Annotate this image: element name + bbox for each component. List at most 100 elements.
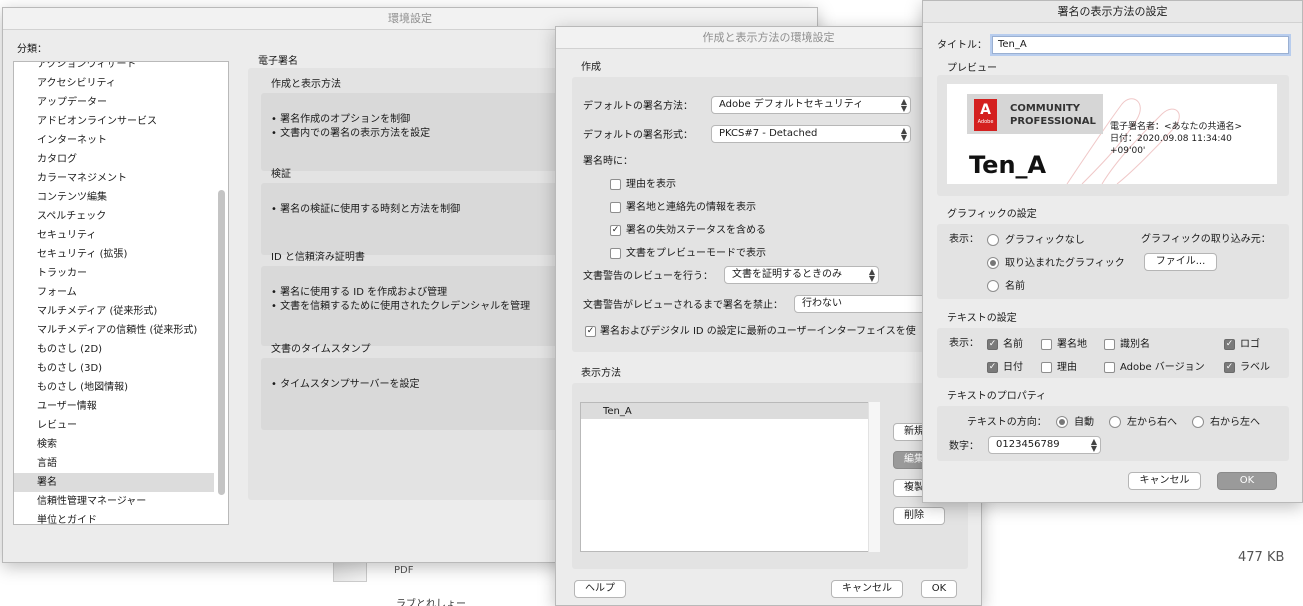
- direction-label: テキストの方向：: [967, 417, 1047, 428]
- text-checkbox[interactable]: ✓: [1224, 362, 1235, 373]
- category-item[interactable]: ユーザー情報: [37, 400, 97, 413]
- text-display-label: 表示：: [949, 338, 979, 349]
- text-checkbox[interactable]: ✓: [1224, 339, 1235, 350]
- category-item[interactable]: アドビオンラインサービス: [37, 115, 157, 128]
- category-item[interactable]: ものさし (地図情報): [37, 381, 128, 394]
- text-checkbox-label: 署名地: [1057, 339, 1087, 350]
- create-checkbox-label: 文書をプレビューモードで表示: [626, 248, 766, 259]
- direction-radio[interactable]: [1109, 416, 1121, 428]
- adobe-logo-icon: A Adobe: [974, 99, 997, 131]
- category-item[interactable]: マルチメディアの信頼性 (従来形式): [37, 324, 197, 337]
- category-item[interactable]: インターネット: [37, 134, 107, 147]
- pref-section-box[interactable]: [261, 358, 561, 430]
- appearance-title: 署名の表示方法の設定: [923, 1, 1302, 23]
- display-group-label: 表示方法: [581, 368, 621, 379]
- category-item[interactable]: フォーム: [37, 286, 77, 299]
- creation-window: 作成と表示方法の環境設定 作成 デフォルトの署名方法： Adobe デフォルトセ…: [555, 26, 983, 606]
- help-button[interactable]: ヘルプ: [574, 580, 626, 598]
- chevron-updown-icon: ▲ ▼: [1090, 437, 1097, 453]
- category-item[interactable]: コンテンツ編集: [37, 191, 107, 204]
- category-item[interactable]: ものさし (2D): [37, 343, 102, 356]
- signature-preview: A Adobe COMMUNITY PROFESSIONAL Ten_A 電子署…: [947, 84, 1277, 184]
- text-checkbox[interactable]: ✓: [987, 339, 998, 350]
- text-checkbox[interactable]: ✓: [987, 362, 998, 373]
- default-format-select[interactable]: PKCS#7 - Detached ▲ ▼: [711, 125, 911, 143]
- category-item[interactable]: カラーマネジメント: [37, 172, 127, 185]
- when-signing-label: 署名時に：: [583, 156, 633, 167]
- direction-radio[interactable]: [1056, 416, 1068, 428]
- default-method-select[interactable]: Adobe デフォルトセキュリティ ▲ ▼: [711, 96, 911, 114]
- graphic-radio[interactable]: [987, 257, 999, 269]
- direction-radio-label: 左から右へ: [1127, 417, 1177, 428]
- category-item[interactable]: カタログ: [37, 153, 77, 166]
- category-scrollbar[interactable]: [218, 190, 225, 495]
- file-button[interactable]: ファイル...: [1144, 253, 1217, 271]
- review-warn-select[interactable]: 文書を証明するときのみ ▲ ▼: [724, 266, 879, 284]
- appearance-list[interactable]: Ten_A: [580, 402, 880, 552]
- category-item[interactable]: アップデーター: [37, 96, 107, 109]
- create-checkbox[interactable]: [610, 179, 621, 190]
- default-method-label: デフォルトの署名方法：: [583, 101, 693, 112]
- appearance-ok-button[interactable]: OK: [1217, 472, 1277, 490]
- creation-ok-button[interactable]: OK: [921, 580, 957, 598]
- create-checkbox[interactable]: [610, 202, 621, 213]
- preview-signer-name: Ten_A: [969, 151, 1047, 179]
- text-checkbox[interactable]: [1041, 362, 1052, 373]
- create-checkbox[interactable]: ✓: [610, 225, 621, 236]
- graphic-radio-label: 名前: [1005, 281, 1025, 292]
- latest-ui-checkbox[interactable]: ✓: [585, 326, 596, 337]
- file-type-label: PDF: [394, 565, 414, 576]
- category-item[interactable]: 署名: [37, 476, 57, 489]
- category-item[interactable]: セキュリティ: [37, 229, 96, 242]
- preview-detail-line3: +09'00': [1110, 146, 1146, 156]
- creation-cancel-button[interactable]: キャンセル: [831, 580, 903, 598]
- text-checkbox[interactable]: [1041, 339, 1052, 350]
- appearance-title-label: タイトル：: [937, 40, 987, 51]
- category-item[interactable]: トラッカー: [37, 267, 87, 280]
- digits-select[interactable]: 0123456789 ▲ ▼: [988, 436, 1101, 454]
- text-section-label: テキストの設定: [947, 313, 1017, 324]
- pref-section-line: • 文書を信頼するために使用されたクレデンシャルを管理: [271, 301, 531, 312]
- category-item[interactable]: アクセシビリティ: [37, 77, 116, 90]
- text-checkbox[interactable]: [1104, 362, 1115, 373]
- pref-section-line: • タイムスタンプサーバーを設定: [271, 379, 420, 390]
- chevron-updown-icon: ▲ ▼: [868, 267, 875, 283]
- create-checkbox-label: 理由を表示: [626, 179, 676, 190]
- appearance-cancel-button[interactable]: キャンセル: [1128, 472, 1201, 490]
- appearance-title-input[interactable]: Ten_A: [992, 36, 1289, 54]
- category-item[interactable]: 検索: [37, 438, 57, 451]
- category-item[interactable]: セキュリティ (拡張): [37, 248, 127, 261]
- category-item[interactable]: 信頼性管理マネージャー: [37, 495, 146, 508]
- graphic-display-label: 表示：: [949, 234, 979, 245]
- category-item[interactable]: 単位とガイド: [37, 514, 97, 524]
- create-group-label: 作成: [581, 62, 601, 73]
- pref-section-line: • 署名作成のオプションを制御: [271, 114, 411, 125]
- side-button[interactable]: 削除: [893, 507, 945, 525]
- create-checkbox[interactable]: [610, 248, 621, 259]
- graphic-radio-label: 取り込まれたグラフィック: [1005, 258, 1125, 269]
- category-item[interactable]: マルチメディア (従来形式): [37, 305, 157, 318]
- category-item[interactable]: アクションウィザード: [37, 62, 137, 71]
- truncated-text: ラブとれしょー: [396, 599, 466, 606]
- category-item[interactable]: ものさし (3D): [37, 362, 102, 375]
- import-from-label: グラフィックの取り込み元：: [1141, 234, 1271, 245]
- appearance-list-scrollbar[interactable]: [868, 402, 880, 552]
- direction-radio-label: 右から左へ: [1210, 417, 1260, 428]
- signatures-section-title: 電子署名: [258, 56, 298, 67]
- text-checkbox[interactable]: [1104, 339, 1115, 350]
- category-list[interactable]: アクションウィザードアクセシビリティ アップデーターアドビオンラインサービス インタ…: [13, 61, 229, 525]
- preview-section-label: プレビュー: [947, 63, 997, 74]
- category-item[interactable]: スペルチェック: [37, 210, 106, 223]
- direction-radio[interactable]: [1192, 416, 1204, 428]
- graphic-radio-label: グラフィックなし: [1005, 235, 1085, 246]
- graphic-section-label: グラフィックの設定: [947, 209, 1037, 220]
- pref-section-line: • 文書内での署名の表示方法を設定: [271, 128, 431, 139]
- category-item[interactable]: レビュー: [37, 419, 77, 432]
- graphic-radio[interactable]: [987, 280, 999, 292]
- badge-line2: PROFESSIONAL: [1010, 116, 1096, 127]
- graphic-radio[interactable]: [987, 234, 999, 246]
- text-checkbox-label: ラベル: [1240, 362, 1270, 373]
- pref-section-box[interactable]: [261, 183, 561, 255]
- text-checkbox-label: 日付: [1003, 362, 1023, 373]
- category-item[interactable]: 言語: [37, 457, 57, 470]
